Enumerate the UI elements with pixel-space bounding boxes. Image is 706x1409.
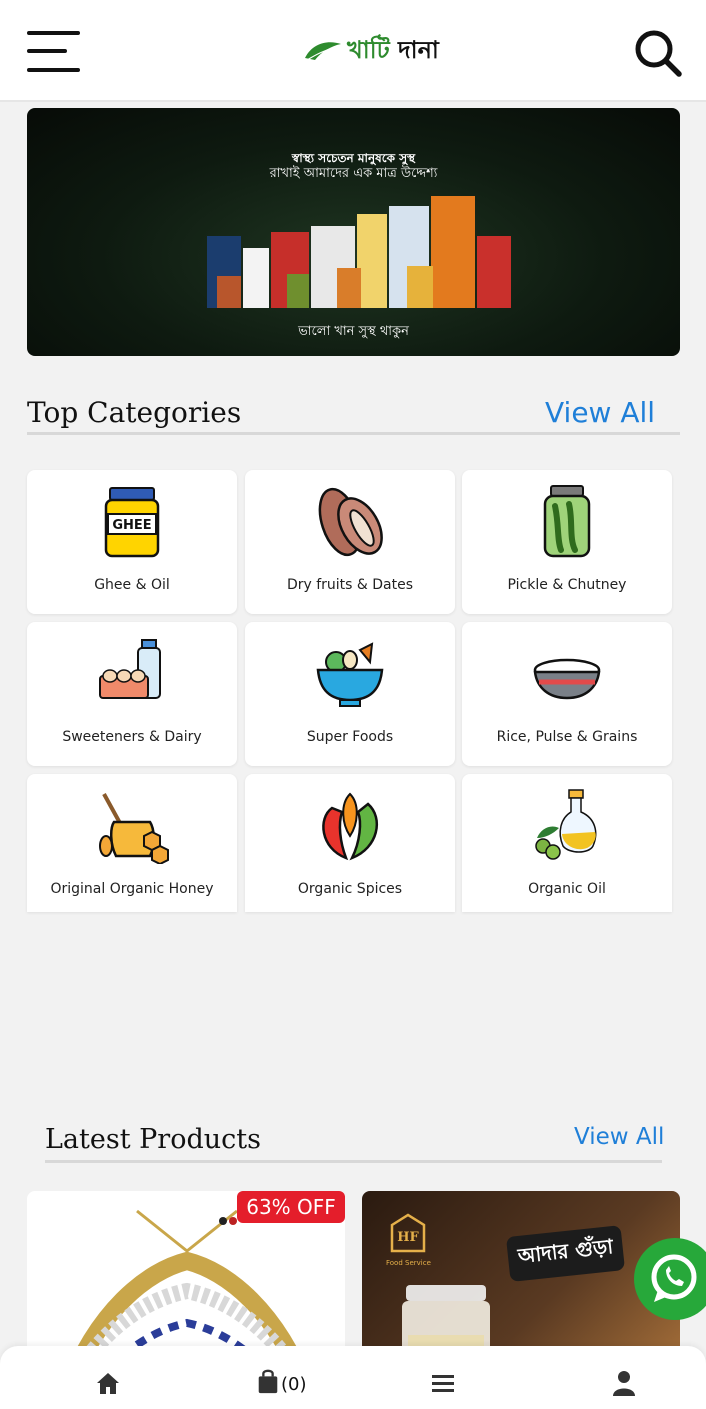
leaf-icon bbox=[305, 42, 341, 61]
product-banner-text: আদার গুঁড়া bbox=[505, 1225, 626, 1282]
category-label: Sweeteners & Dairy bbox=[62, 729, 202, 745]
categories-divider bbox=[27, 432, 680, 435]
brand-name: Food Service bbox=[386, 1259, 431, 1267]
hamburger-menu-icon[interactable] bbox=[27, 31, 82, 75]
category-label: Pickle & Chutney bbox=[507, 577, 627, 593]
svg-text:GHEE: GHEE bbox=[112, 518, 151, 533]
categories-view-all-link[interactable]: View All bbox=[545, 396, 655, 429]
olive-oil-icon bbox=[535, 789, 597, 860]
latest-divider bbox=[45, 1160, 662, 1163]
category-label: Organic Oil bbox=[528, 881, 606, 897]
dates-icon bbox=[318, 487, 383, 557]
category-label: Super Foods bbox=[306, 729, 394, 745]
brand-logo[interactable]: খাটি দানা bbox=[303, 34, 439, 70]
product-lineup-image bbox=[207, 196, 511, 308]
whatsapp-icon bbox=[651, 1254, 697, 1302]
pickle-jar-icon bbox=[543, 485, 591, 558]
user-icon[interactable] bbox=[613, 1370, 635, 1396]
chili-icon bbox=[322, 792, 378, 861]
food-service-logo: HF bbox=[390, 1213, 426, 1253]
category-organic-honey[interactable]: Original Organic Honey bbox=[27, 774, 237, 912]
category-label: Ghee & Oil bbox=[94, 577, 170, 593]
banner-subline: রাখাই আমাদের এক মাত্র উদ্দেশ্য bbox=[269, 166, 438, 181]
app-header: খাটি দানা bbox=[0, 0, 706, 102]
top-categories-title: Top Categories bbox=[27, 396, 242, 429]
category-super-foods[interactable]: Super Foods bbox=[245, 622, 455, 766]
menu-icon[interactable] bbox=[432, 1370, 454, 1396]
whatsapp-chat-button[interactable] bbox=[634, 1238, 706, 1320]
latest-view-all-link[interactable]: View All bbox=[574, 1124, 664, 1150]
logo-text-part1: খাটি bbox=[347, 36, 390, 64]
home-icon[interactable] bbox=[95, 1370, 121, 1396]
svg-text:HF: HF bbox=[397, 1230, 419, 1245]
category-organic-oil[interactable]: Organic Oil bbox=[462, 774, 672, 912]
food-bowl-icon bbox=[316, 642, 384, 707]
category-label: Dry fruits & Dates bbox=[286, 577, 414, 593]
logo-text-part2: দানা bbox=[398, 36, 439, 64]
ghee-jar-icon: GHEE bbox=[104, 487, 160, 558]
honey-icon bbox=[99, 793, 169, 864]
promo-banner[interactable]: স্বাস্থ্য সচেতন মানুষকে সুস্থ রাখাই আমাদ… bbox=[27, 108, 680, 356]
category-label: Rice, Pulse & Grains bbox=[496, 729, 638, 745]
bottom-navigation bbox=[0, 1346, 706, 1409]
discount-badge: 63% OFF bbox=[237, 1191, 345, 1223]
category-dry-fruits-dates[interactable]: Dry fruits & Dates bbox=[245, 470, 455, 614]
banner-tagline: ভালো খান সুস্থ থাকুন bbox=[298, 324, 409, 339]
category-rice-pulse-grains[interactable]: Rice, Pulse & Grains bbox=[462, 622, 672, 766]
category-label: Original Organic Honey bbox=[50, 881, 214, 897]
rice-bowl-icon bbox=[533, 658, 601, 700]
cart-count: (0) bbox=[281, 1374, 307, 1395]
search-icon[interactable] bbox=[633, 28, 683, 78]
shopping-bag-icon[interactable] bbox=[257, 1368, 279, 1394]
category-label: Organic Spices bbox=[297, 881, 403, 897]
category-ghee-oil[interactable]: GHEE Ghee & Oil bbox=[27, 470, 237, 614]
category-organic-spices[interactable]: Organic Spices bbox=[245, 774, 455, 912]
category-sweeteners-dairy[interactable]: Sweeteners & Dairy bbox=[27, 622, 237, 766]
eggs-milk-icon bbox=[99, 639, 161, 699]
latest-products-title: Latest Products bbox=[45, 1124, 261, 1155]
category-pickle-chutney[interactable]: Pickle & Chutney bbox=[462, 470, 672, 614]
